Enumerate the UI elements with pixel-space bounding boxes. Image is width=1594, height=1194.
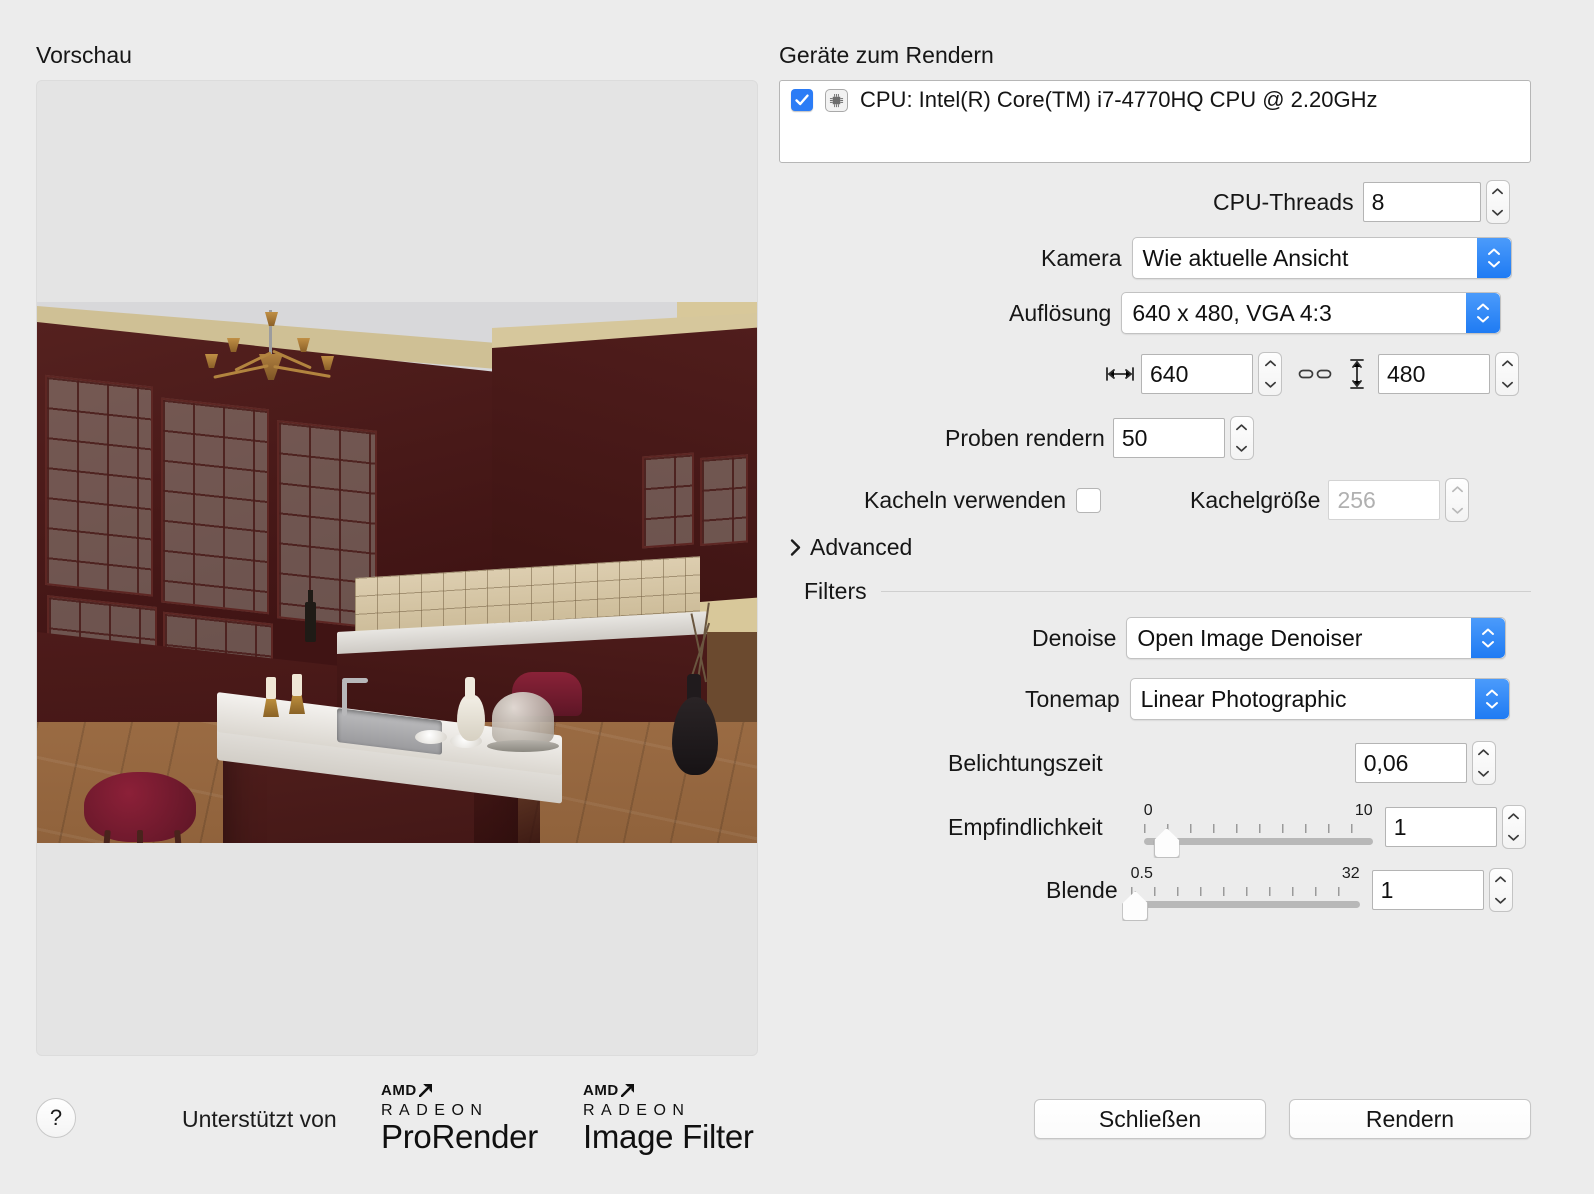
- height-input[interactable]: 480: [1378, 354, 1490, 394]
- cpu-icon: [825, 88, 848, 112]
- denoise-row: Denoise Open Image Denoiser: [1032, 617, 1507, 659]
- sensitivity-slider[interactable]: 0 10: [1141, 802, 1373, 858]
- width-stepper[interactable]: [1258, 352, 1282, 396]
- render-preview-image: [37, 302, 757, 843]
- amd-wordmark: AMD: [583, 1082, 754, 1099]
- tile-size-stepper[interactable]: [1445, 478, 1470, 522]
- resolution-label: Auflösung: [1009, 299, 1112, 326]
- camera-label: Kamera: [1041, 244, 1122, 271]
- denoise-select[interactable]: Open Image Denoiser: [1126, 617, 1507, 659]
- sensitivity-max-label: 10: [1354, 802, 1373, 819]
- supported-by-label: Unterstützt von: [182, 1106, 337, 1132]
- sensitivity-min-label: 0: [1143, 802, 1153, 819]
- camera-value: Wie aktuelle Ansicht: [1142, 244, 1349, 271]
- aperture-track[interactable]: [1130, 901, 1360, 908]
- help-icon: ?: [49, 1105, 63, 1130]
- exposure-stepper[interactable]: [1471, 741, 1496, 785]
- advanced-disclosure[interactable]: Advanced: [789, 534, 912, 561]
- devices-section-label: Geräte zum Rendern: [779, 42, 994, 68]
- tile-size-label: Kachelgröße: [1190, 486, 1321, 513]
- aperture-ticks: [1130, 887, 1360, 896]
- camera-row: Kamera Wie aktuelle Ansicht: [1041, 237, 1512, 279]
- amd-arrow-icon: [418, 1084, 432, 1097]
- device-name: CPU: Intel(R) Core(TM) i7-4770HQ CPU @ 2…: [860, 87, 1378, 112]
- aperture-label: Blende: [1046, 876, 1118, 903]
- samples-stepper[interactable]: [1229, 416, 1254, 460]
- use-tiles-checkbox[interactable]: [1076, 487, 1102, 513]
- sensitivity-input[interactable]: 1: [1384, 807, 1497, 847]
- dimensions-row: 640 480: [1105, 352, 1519, 396]
- use-tiles-label: Kacheln verwenden: [864, 486, 1067, 513]
- resolution-value: 640 x 480, VGA 4:3: [1132, 299, 1332, 326]
- chevron-updown-icon[interactable]: [1474, 679, 1509, 719]
- camera-select[interactable]: Wie aktuelle Ansicht: [1131, 237, 1512, 279]
- cpu-threads-label: CPU-Threads: [1213, 188, 1354, 215]
- aperture-row: Blende 0.5 32 1: [1046, 865, 1513, 921]
- preview-label: Vorschau: [36, 42, 132, 68]
- tonemap-row: Tonemap Linear Photographic: [1025, 678, 1510, 720]
- render-settings-dialog: Vorschau Geräte zum Rendern CPU: Intel(R…: [0, 0, 1594, 1194]
- cpu-threads-stepper[interactable]: [1485, 180, 1510, 224]
- amd-image-filter-logo: AMD RADEON Image Filter: [583, 1082, 754, 1156]
- chevron-updown-icon[interactable]: [1471, 618, 1506, 658]
- denoise-label: Denoise: [1032, 624, 1117, 651]
- resolution-row: Auflösung 640 x 480, VGA 4:3: [1009, 292, 1502, 334]
- width-arrows-icon: [1105, 365, 1135, 383]
- prorender-wordmark: ProRender: [381, 1118, 538, 1155]
- devices-list[interactable]: CPU: Intel(R) Core(TM) i7-4770HQ CPU @ 2…: [779, 80, 1531, 163]
- chevron-right-icon[interactable]: [789, 538, 802, 557]
- denoise-value: Open Image Denoiser: [1137, 624, 1363, 651]
- filters-group-header: Filters: [804, 578, 1531, 605]
- aperture-slider[interactable]: 0.5 32: [1122, 865, 1360, 921]
- aperture-stepper[interactable]: [1488, 868, 1513, 912]
- sensitivity-label: Empfindlichkeit: [948, 813, 1103, 840]
- samples-row: Proben rendern 50: [945, 416, 1254, 460]
- broken-link-icon[interactable]: [1298, 366, 1332, 382]
- cpu-threads-input[interactable]: 8: [1362, 182, 1481, 222]
- filters-label: Filters: [804, 578, 867, 604]
- tonemap-select[interactable]: Linear Photographic: [1129, 678, 1510, 720]
- tonemap-value: Linear Photographic: [1140, 685, 1347, 712]
- chevron-updown-icon[interactable]: [1476, 238, 1511, 278]
- samples-input[interactable]: 50: [1112, 418, 1225, 458]
- preview-panel: [36, 80, 758, 1056]
- sensitivity-row: Empfindlichkeit 0 10 1: [948, 802, 1526, 858]
- amd-arrow-icon: [620, 1084, 634, 1097]
- aperture-min-label: 0.5: [1130, 865, 1153, 882]
- device-list-item[interactable]: CPU: Intel(R) Core(TM) i7-4770HQ CPU @ 2…: [780, 81, 1530, 119]
- image-filter-wordmark: Image Filter: [583, 1118, 754, 1155]
- exposure-input[interactable]: 0,06: [1354, 743, 1467, 783]
- cpu-threads-row: CPU-Threads 8: [1213, 180, 1510, 224]
- sensitivity-stepper[interactable]: [1501, 805, 1526, 849]
- tile-size-input[interactable]: 256: [1328, 480, 1441, 520]
- tiles-row: Kacheln verwenden Kachelgröße 256: [864, 478, 1470, 522]
- device-checkbox[interactable]: [791, 89, 813, 111]
- close-button[interactable]: Schließen: [1034, 1099, 1266, 1139]
- amd-prorender-logo: AMD RADEON ProRender: [381, 1082, 538, 1156]
- amd-text: AMD: [583, 1082, 619, 1099]
- tonemap-label: Tonemap: [1025, 685, 1120, 712]
- render-button[interactable]: Rendern: [1289, 1099, 1531, 1139]
- filters-divider: [880, 591, 1531, 592]
- height-arrows-icon: [1348, 358, 1366, 390]
- advanced-label: Advanced: [810, 534, 913, 560]
- aperture-max-label: 32: [1341, 865, 1360, 882]
- samples-label: Proben rendern: [945, 424, 1105, 451]
- exposure-label: Belichtungszeit: [948, 749, 1103, 776]
- amd-wordmark: AMD: [381, 1082, 538, 1099]
- aperture-input[interactable]: 1: [1371, 870, 1484, 910]
- amd-text: AMD: [381, 1082, 417, 1099]
- chevron-updown-icon[interactable]: [1466, 293, 1501, 333]
- width-input[interactable]: 640: [1141, 354, 1253, 394]
- help-button[interactable]: ?: [36, 1098, 76, 1138]
- resolution-select[interactable]: 640 x 480, VGA 4:3: [1121, 292, 1502, 334]
- height-stepper[interactable]: [1495, 352, 1519, 396]
- sensitivity-ticks: [1143, 824, 1373, 833]
- exposure-row: Belichtungszeit 0,06: [948, 741, 1496, 785]
